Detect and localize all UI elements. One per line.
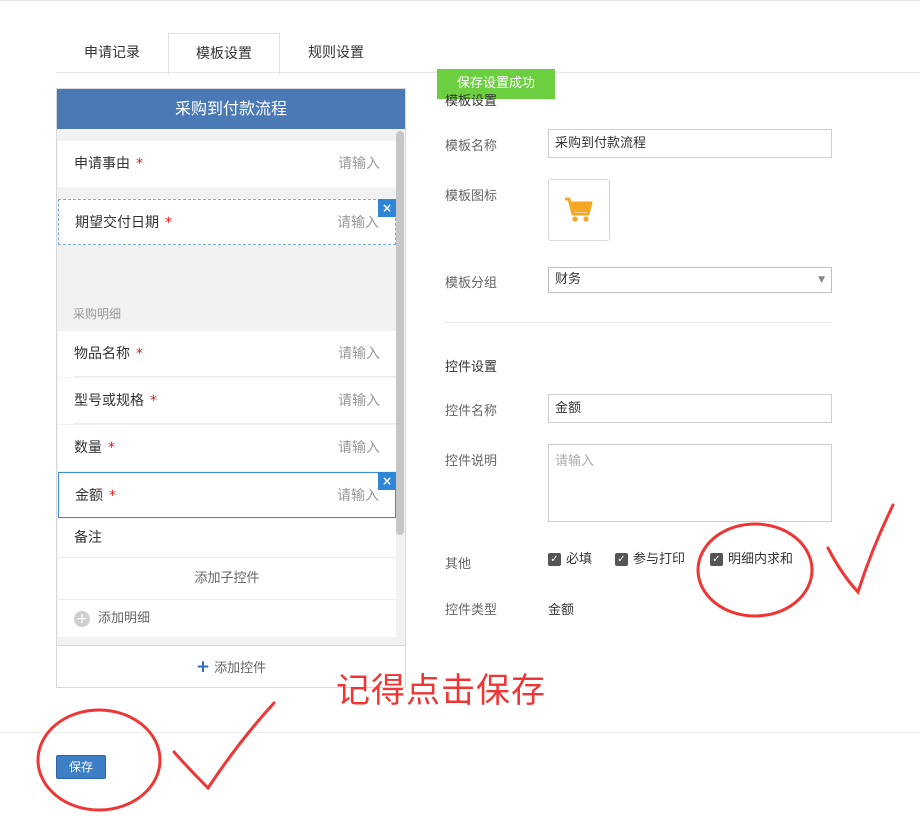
field-label: 金额: [75, 488, 103, 504]
field-placeholder: 请输入: [338, 440, 380, 456]
control-type-label: 控件类型: [445, 603, 498, 618]
control-desc-label: 控件说明: [445, 454, 498, 469]
scrollbar[interactable]: [396, 131, 404, 535]
checkbox-label: 参与打印: [633, 552, 686, 567]
required-mark: *: [150, 393, 157, 409]
check-icon: ✓: [548, 553, 561, 566]
shopping-cart-icon: [565, 197, 593, 222]
annotation-circle-checkbox: [696, 522, 814, 618]
tab-application-records[interactable]: 申请记录: [56, 33, 168, 73]
add-sub-control-button[interactable]: 添加子控件: [58, 557, 396, 599]
field-placeholder: 请输入: [337, 215, 379, 231]
chevron-down-icon: ▼: [818, 275, 825, 285]
save-button[interactable]: 保存: [56, 755, 106, 779]
required-checkbox[interactable]: ✓ 必填: [548, 552, 592, 568]
tab-template-settings[interactable]: 模板设置: [168, 33, 280, 74]
required-mark: *: [165, 215, 172, 231]
field-label: 期望交付日期: [75, 215, 159, 231]
template-group-value: 财务: [555, 272, 582, 287]
tab-bar: 申请记录 模板设置 规则设置: [56, 33, 392, 74]
plus-circle-icon: +: [74, 610, 90, 627]
control-name-input[interactable]: 金额: [548, 394, 832, 423]
required-mark: *: [136, 156, 143, 172]
field-model-spec[interactable]: 型号或规格 * 请输入: [58, 378, 396, 424]
field-reason[interactable]: 申请事由 * 请输入: [58, 141, 396, 187]
template-group-select[interactable]: 财务 ▼: [548, 267, 832, 293]
control-desc-textarea[interactable]: 请输入: [548, 444, 832, 522]
field-item-name[interactable]: 物品名称 * 请输入: [58, 331, 396, 377]
detail-sum-checkbox[interactable]: ✓ 明细内求和: [710, 552, 793, 568]
annotation-note: 记得点击保存: [336, 671, 546, 711]
top-divider: [0, 0, 920, 1]
template-settings-heading: 模板设置: [445, 94, 498, 109]
annotation-check-mark: [826, 503, 895, 595]
required-mark: *: [136, 346, 143, 362]
field-amount[interactable]: 金额 * 请输入 ×: [58, 472, 396, 518]
required-mark: *: [109, 488, 116, 504]
remove-field-icon[interactable]: ×: [378, 472, 396, 490]
field-label: 申请事由: [74, 156, 130, 172]
check-icon: ✓: [615, 553, 628, 566]
template-group-label: 模板分组: [445, 276, 498, 291]
template-icon-label: 模板图标: [445, 189, 498, 204]
control-name-label: 控件名称: [445, 404, 498, 419]
field-placeholder: 请输入: [338, 393, 380, 409]
field-placeholder: 请输入: [338, 156, 380, 172]
field-quantity[interactable]: 数量 * 请输入: [58, 425, 396, 471]
remove-field-icon[interactable]: ×: [378, 199, 396, 217]
detail-section-label: 采购明细: [73, 307, 122, 321]
form-preview-panel: 采购到付款流程 申请事由 * 请输入 期望交付日期 * 请输入 × 采购明细 物品名…: [56, 88, 406, 688]
template-name-input[interactable]: 采购到付款流程: [548, 129, 832, 158]
field-expected-delivery-date[interactable]: 期望交付日期 * 请输入 ×: [58, 199, 396, 245]
preview-scroll-area: 申请事由 * 请输入 期望交付日期 * 请输入 × 采购明细 物品名称 * 请输入 型…: [57, 129, 397, 645]
annotation-check-mark-save: [172, 701, 276, 791]
print-checkbox[interactable]: ✓ 参与打印: [615, 552, 685, 568]
template-name-label: 模板名称: [445, 139, 498, 154]
field-label: 型号或规格: [74, 393, 144, 409]
field-label: 数量: [74, 440, 102, 456]
add-detail-label: 添加明细: [98, 611, 151, 626]
other-label: 其他: [445, 557, 472, 572]
checkbox-label: 明细内求和: [728, 552, 794, 567]
required-mark: *: [108, 440, 115, 456]
checkbox-label: 必填: [566, 552, 593, 567]
field-label: 物品名称: [74, 346, 130, 362]
section-divider: [445, 322, 832, 323]
template-icon-picker[interactable]: [548, 179, 610, 241]
add-detail-button[interactable]: + 添加明细: [58, 599, 396, 637]
field-placeholder: 请输入: [338, 346, 380, 362]
control-type-value: 金额: [548, 603, 575, 618]
control-settings-heading: 控件设置: [445, 360, 498, 375]
tab-rule-settings[interactable]: 规则设置: [280, 33, 392, 73]
field-placeholder: 请输入: [337, 488, 379, 504]
add-control-label: 添加控件: [214, 661, 267, 676]
check-icon: ✓: [710, 553, 723, 566]
plus-icon: +: [195, 657, 211, 677]
footer-divider: [0, 732, 920, 733]
preview-title: 采购到付款流程: [57, 89, 405, 129]
